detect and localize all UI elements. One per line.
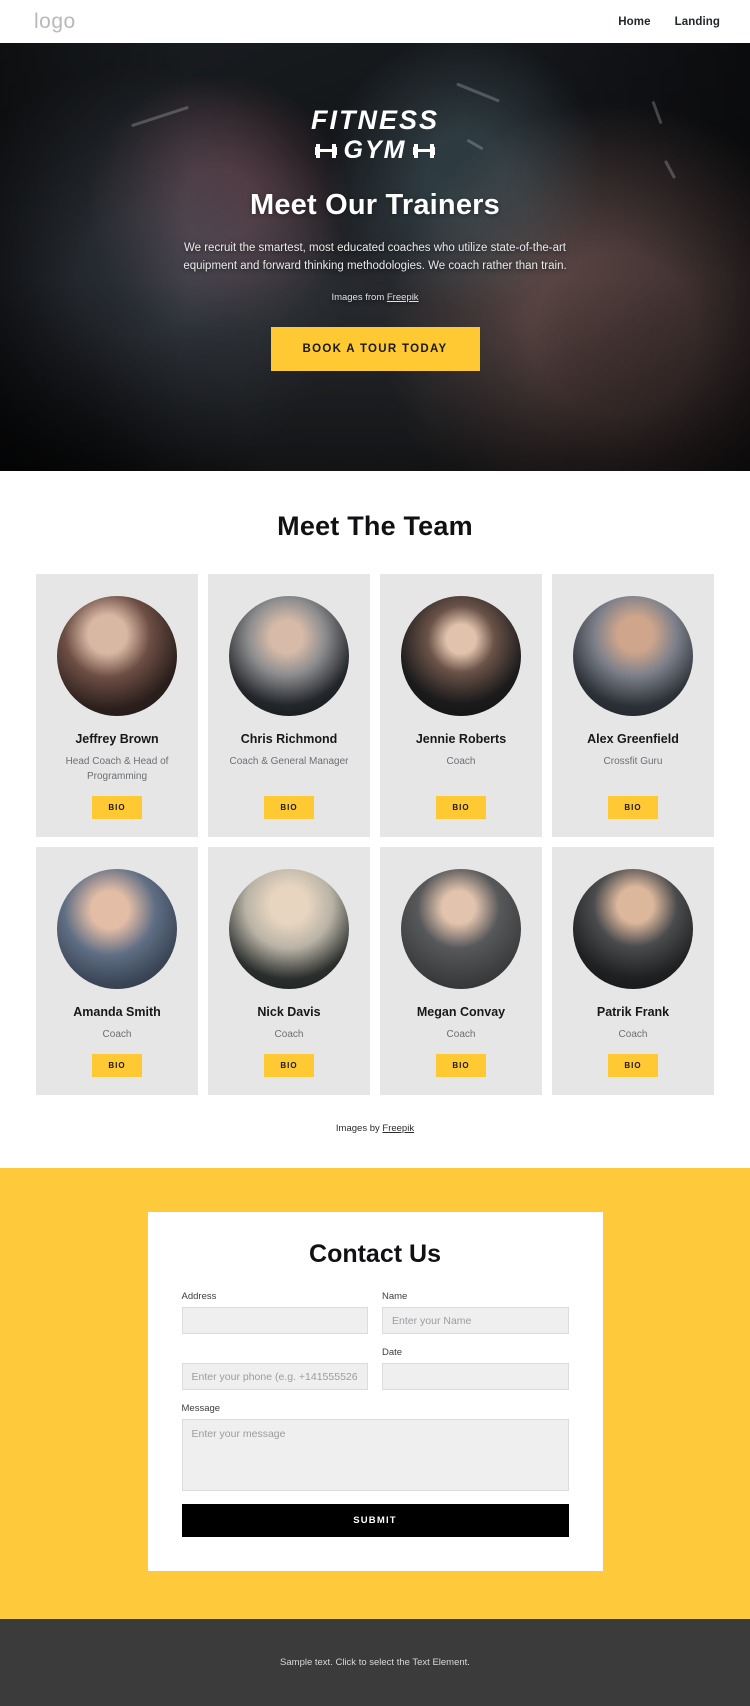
name-field-group: Name: [382, 1291, 569, 1334]
team-card[interactable]: Patrik Frank Coach BIO: [552, 847, 714, 1095]
team-card[interactable]: Amanda Smith Coach BIO: [36, 847, 198, 1095]
bio-button[interactable]: BIO: [264, 796, 314, 819]
member-name: Chris Richmond: [240, 732, 338, 746]
member-role: Coach: [274, 1029, 304, 1040]
hero-credit-link[interactable]: Freepik: [387, 292, 419, 303]
dumbbell-icon-left: [314, 143, 337, 159]
bio-button[interactable]: BIO: [608, 1054, 658, 1077]
message-label: Message: [181, 1403, 221, 1414]
member-name: Amanda Smith: [73, 1005, 161, 1019]
date-field-group: Date: [382, 1347, 569, 1390]
team-grid: Jeffrey Brown Head Coach & Head of Progr…: [0, 574, 750, 1095]
member-name: Nick Davis: [257, 1005, 321, 1019]
team-card[interactable]: Megan Convay Coach BIO: [380, 847, 542, 1095]
logo-fitness-text: FITNESS: [310, 105, 439, 135]
bio-button[interactable]: BIO: [92, 796, 142, 819]
bio-button[interactable]: BIO: [608, 796, 658, 819]
hero-image-credit: Images from Freepik: [0, 292, 750, 303]
hero-subtitle: We recruit the smartest, most educated c…: [183, 242, 567, 272]
fitness-gym-logo: FITNESS GYM: [311, 107, 439, 163]
bio-button[interactable]: BIO: [436, 1054, 486, 1077]
bio-button[interactable]: BIO: [92, 1054, 142, 1077]
team-credit-text: Images by: [335, 1123, 383, 1134]
book-a-tour-button[interactable]: BOOK A TOUR TODAY: [270, 326, 480, 371]
avatar: [229, 869, 349, 989]
team-card[interactable]: Jennie Roberts Coach BIO: [380, 574, 542, 837]
main-nav: Home Landing: [618, 16, 720, 28]
phone-field-group: [181, 1347, 368, 1390]
form-row-2: Date: [181, 1347, 569, 1390]
contact-form: Address Name Date Messa: [181, 1291, 569, 1537]
team-card[interactable]: Jeffrey Brown Head Coach & Head of Progr…: [36, 574, 198, 837]
member-name: Jeffrey Brown: [75, 732, 159, 746]
member-name: Jennie Roberts: [415, 732, 507, 746]
team-image-credit: Images by Freepik: [0, 1123, 750, 1134]
nav-item-landing[interactable]: Landing: [675, 16, 720, 28]
date-label: Date: [382, 1347, 403, 1358]
message-field-group: Message: [181, 1403, 569, 1491]
contact-form-card: Contact Us Address Name Date: [147, 1212, 603, 1571]
bio-button[interactable]: BIO: [264, 1054, 314, 1077]
avatar: [573, 596, 693, 716]
team-card[interactable]: Chris Richmond Coach & General Manager B…: [208, 574, 370, 837]
member-role: Head Coach & Head of Programming: [65, 756, 169, 782]
logo-gym-text: GYM: [343, 136, 407, 164]
dumbbell-icon-right: [413, 143, 436, 159]
member-role: Coach: [102, 1029, 132, 1040]
avatar: [229, 596, 349, 716]
team-section-title: Meet The Team: [277, 511, 473, 541]
member-role: Crossfit Guru: [603, 756, 663, 767]
site-logo[interactable]: logo: [34, 10, 76, 34]
footer-text[interactable]: Sample text. Click to select the Text El…: [280, 1657, 470, 1668]
submit-button[interactable]: SUBMIT: [181, 1504, 569, 1537]
member-role: Coach & General Manager: [229, 756, 349, 767]
avatar: [57, 869, 177, 989]
address-field-group: Address: [181, 1291, 368, 1334]
contact-section: Contact Us Address Name Date: [0, 1168, 750, 1619]
member-role: Coach: [446, 1029, 476, 1040]
avatar: [401, 869, 521, 989]
member-name: Patrik Frank: [596, 1005, 670, 1019]
phone-input[interactable]: [181, 1363, 368, 1390]
team-credit-link[interactable]: Freepik: [382, 1123, 414, 1134]
bio-button[interactable]: BIO: [436, 796, 486, 819]
name-input[interactable]: [382, 1307, 569, 1334]
hero-section: FITNESS GYM Meet Our Trainers We recruit…: [0, 43, 750, 471]
member-role: Coach: [618, 1029, 648, 1040]
message-input[interactable]: [181, 1419, 569, 1491]
address-input[interactable]: [181, 1307, 368, 1334]
hero-title: Meet Our Trainers: [250, 189, 500, 221]
team-card[interactable]: Alex Greenfield Crossfit Guru BIO: [552, 574, 714, 837]
site-header: logo Home Landing: [0, 0, 750, 43]
hero-credit-text: Images from: [331, 291, 387, 303]
member-role: Coach: [446, 756, 476, 767]
team-card[interactable]: Nick Davis Coach BIO: [208, 847, 370, 1095]
form-row-1: Address Name: [181, 1291, 569, 1334]
address-label: Address: [181, 1291, 217, 1302]
name-label: Name: [382, 1291, 408, 1302]
site-footer: Sample text. Click to select the Text El…: [0, 1619, 750, 1706]
contact-title: Contact Us: [309, 1240, 441, 1268]
member-name: Megan Convay: [416, 1005, 506, 1019]
avatar: [57, 596, 177, 716]
nav-item-home[interactable]: Home: [618, 16, 650, 28]
hero-content: FITNESS GYM Meet Our Trainers We recruit…: [0, 43, 750, 371]
avatar: [401, 596, 521, 716]
member-name: Alex Greenfield: [587, 732, 679, 746]
team-section: Meet The Team Jeffrey Brown Head Coach &…: [0, 471, 750, 1168]
avatar: [573, 869, 693, 989]
date-input[interactable]: [382, 1363, 569, 1390]
